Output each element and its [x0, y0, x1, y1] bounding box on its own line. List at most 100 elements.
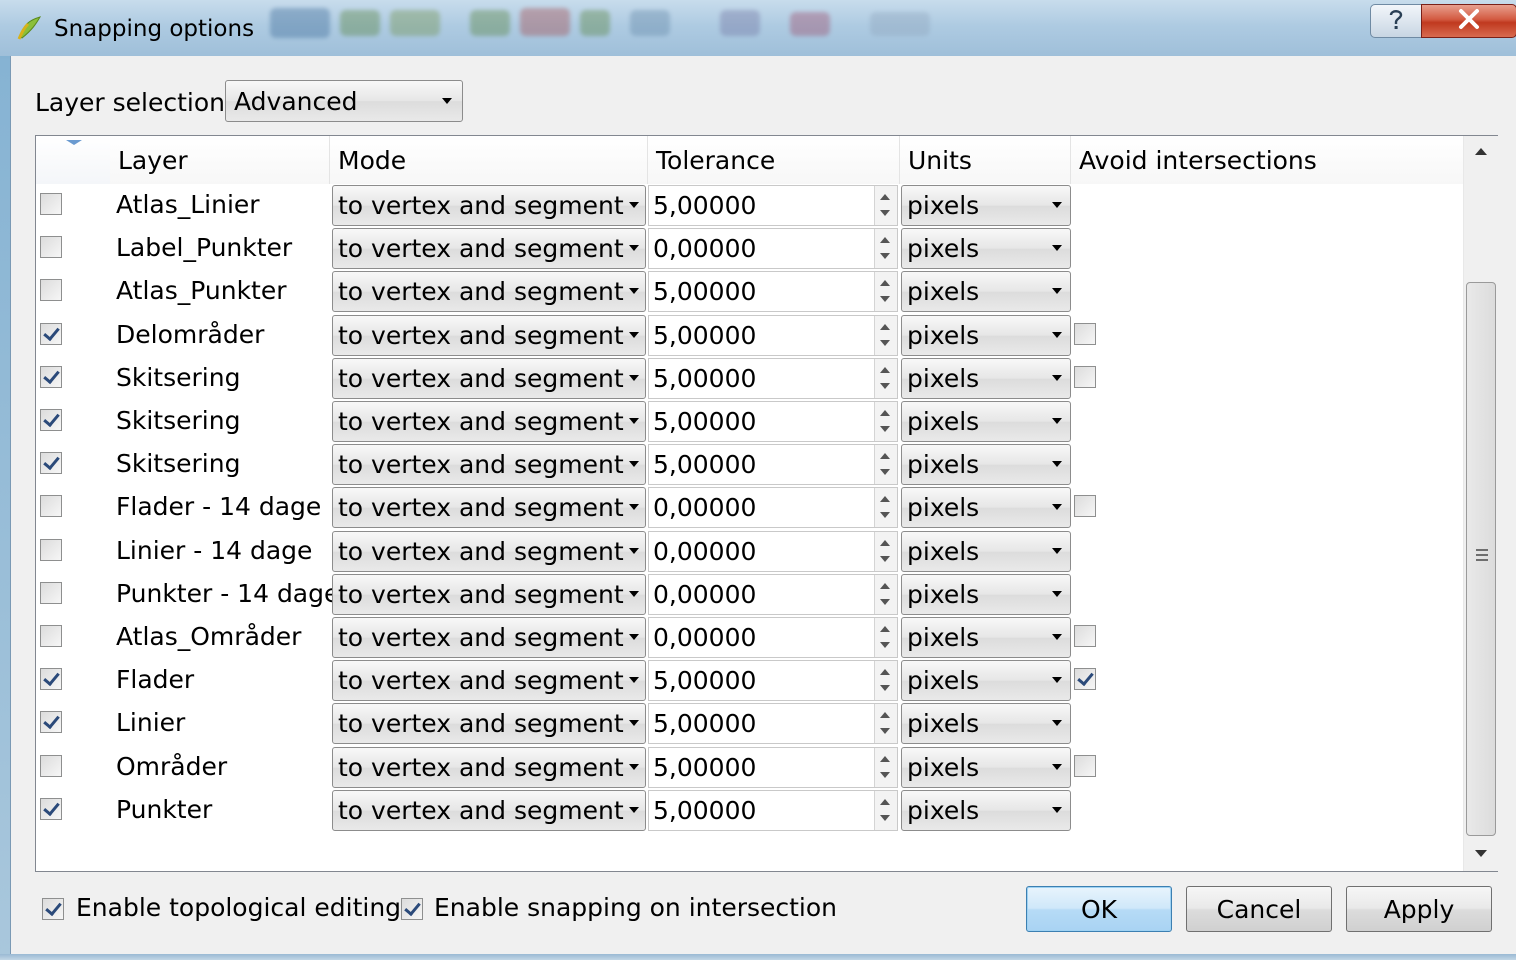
spin-down-icon[interactable]	[880, 685, 890, 692]
ok-button[interactable]: OK	[1026, 886, 1172, 932]
units-combo[interactable]: pixels	[901, 314, 1071, 356]
cancel-button[interactable]: Cancel	[1186, 886, 1332, 932]
spin-buttons[interactable]	[874, 661, 897, 701]
spin-down-icon[interactable]	[880, 771, 890, 778]
layer-enabled-checkbox[interactable]	[40, 797, 62, 820]
tolerance-spinbox[interactable]: 0,00000	[648, 487, 898, 529]
spin-up-icon[interactable]	[880, 237, 890, 244]
spin-buttons[interactable]	[874, 315, 897, 355]
spin-up-icon[interactable]	[880, 626, 890, 632]
spin-up-icon[interactable]	[880, 712, 890, 719]
spin-down-icon[interactable]	[880, 253, 890, 260]
mode-combo[interactable]: to vertex and segment	[332, 271, 646, 313]
units-combo[interactable]: pixels	[901, 746, 1071, 788]
mode-combo[interactable]: to vertex and segment	[332, 185, 646, 226]
tolerance-spinbox[interactable]: 0,00000	[648, 530, 898, 572]
layer-enabled-checkbox[interactable]	[40, 581, 62, 604]
mode-combo[interactable]: to vertex and segment	[332, 314, 646, 356]
column-header-layer[interactable]: Layer	[110, 136, 330, 184]
spin-up-icon[interactable]	[880, 539, 890, 546]
column-header-tolerance[interactable]: Tolerance	[648, 136, 900, 184]
tolerance-spinbox[interactable]: 5,00000	[648, 444, 898, 486]
spin-down-icon[interactable]	[880, 728, 890, 735]
layer-enabled-checkbox[interactable]	[40, 365, 62, 388]
spin-buttons[interactable]	[874, 402, 897, 441]
spin-up-icon[interactable]	[880, 194, 890, 200]
units-combo[interactable]: pixels	[901, 228, 1071, 270]
layer-enabled-checkbox[interactable]	[40, 625, 62, 647]
tolerance-spinbox[interactable]: 0,00000	[648, 573, 898, 615]
mode-combo[interactable]: to vertex and segment	[332, 530, 646, 572]
spin-down-icon[interactable]	[880, 210, 890, 216]
mode-combo[interactable]: to vertex and segment	[332, 789, 646, 831]
units-combo[interactable]: pixels	[901, 401, 1071, 442]
spin-buttons[interactable]	[874, 531, 897, 571]
layer-enabled-checkbox[interactable]	[40, 711, 62, 734]
spin-down-icon[interactable]	[880, 642, 890, 648]
units-combo[interactable]: pixels	[901, 487, 1071, 529]
layer-enabled-checkbox[interactable]	[40, 754, 62, 777]
layer-enabled-checkbox[interactable]	[40, 322, 62, 345]
avoid-intersections-checkbox[interactable]	[1074, 322, 1096, 345]
spin-buttons[interactable]	[874, 574, 897, 614]
tolerance-spinbox[interactable]: 5,00000	[648, 746, 898, 788]
layer-enabled-checkbox[interactable]	[40, 236, 62, 259]
layer-selection-combo[interactable]: Advanced	[225, 80, 463, 122]
table-corner-button[interactable]	[36, 136, 111, 184]
layer-enabled-checkbox[interactable]	[40, 668, 62, 691]
snapping-intersection-checkbox[interactable]	[401, 898, 423, 920]
avoid-intersections-checkbox[interactable]	[1074, 668, 1096, 691]
tolerance-spinbox[interactable]: 5,00000	[648, 703, 898, 745]
spin-up-icon[interactable]	[880, 669, 890, 676]
avoid-intersections-checkbox[interactable]	[1074, 365, 1096, 388]
units-combo[interactable]: pixels	[901, 271, 1071, 313]
spin-up-icon[interactable]	[880, 755, 890, 762]
spin-up-icon[interactable]	[880, 366, 890, 373]
spin-up-icon[interactable]	[880, 798, 890, 805]
spin-buttons[interactable]	[874, 704, 897, 744]
tolerance-spinbox[interactable]: 5,00000	[648, 660, 898, 702]
spin-buttons[interactable]	[874, 618, 897, 657]
tolerance-spinbox[interactable]: 5,00000	[648, 401, 898, 442]
tolerance-spinbox[interactable]: 5,00000	[648, 185, 898, 226]
units-combo[interactable]: pixels	[901, 703, 1071, 745]
units-combo[interactable]: pixels	[901, 530, 1071, 572]
mode-combo[interactable]: to vertex and segment	[332, 228, 646, 270]
units-combo[interactable]: pixels	[901, 185, 1071, 226]
layer-enabled-checkbox[interactable]	[40, 409, 62, 431]
mode-combo[interactable]: to vertex and segment	[332, 703, 646, 745]
close-button[interactable]	[1421, 4, 1516, 38]
tolerance-spinbox[interactable]: 0,00000	[648, 228, 898, 270]
spin-buttons[interactable]	[874, 229, 897, 269]
mode-combo[interactable]: to vertex and segment	[332, 487, 646, 529]
avoid-intersections-checkbox[interactable]	[1074, 754, 1096, 777]
layer-enabled-checkbox[interactable]	[40, 495, 62, 518]
mode-combo[interactable]: to vertex and segment	[332, 357, 646, 399]
spin-buttons[interactable]	[874, 747, 897, 787]
spin-buttons[interactable]	[874, 186, 897, 225]
spin-buttons[interactable]	[874, 488, 897, 528]
mode-combo[interactable]: to vertex and segment	[332, 573, 646, 615]
mode-combo[interactable]: to vertex and segment	[332, 660, 646, 702]
units-combo[interactable]: pixels	[901, 789, 1071, 831]
scrollbar-thumb[interactable]	[1466, 282, 1496, 836]
spin-down-icon[interactable]	[880, 814, 890, 821]
tolerance-spinbox[interactable]: 5,00000	[648, 789, 898, 831]
tolerance-spinbox[interactable]: 0,00000	[648, 617, 898, 658]
apply-button[interactable]: Apply	[1346, 886, 1492, 932]
spin-up-icon[interactable]	[880, 280, 890, 287]
spin-up-icon[interactable]	[880, 582, 890, 589]
spin-down-icon[interactable]	[880, 382, 890, 389]
help-button[interactable]	[1370, 4, 1422, 38]
column-header-mode[interactable]: Mode	[330, 136, 648, 184]
spin-up-icon[interactable]	[880, 323, 890, 330]
layer-enabled-checkbox[interactable]	[40, 193, 62, 215]
scroll-up-arrow-icon[interactable]	[1475, 148, 1487, 155]
spin-down-icon[interactable]	[880, 555, 890, 562]
spin-buttons[interactable]	[874, 358, 897, 398]
spin-down-icon[interactable]	[880, 469, 890, 476]
units-combo[interactable]: pixels	[901, 357, 1071, 399]
spin-buttons[interactable]	[874, 445, 897, 485]
spin-down-icon[interactable]	[880, 512, 890, 519]
spin-up-icon[interactable]	[880, 496, 890, 503]
